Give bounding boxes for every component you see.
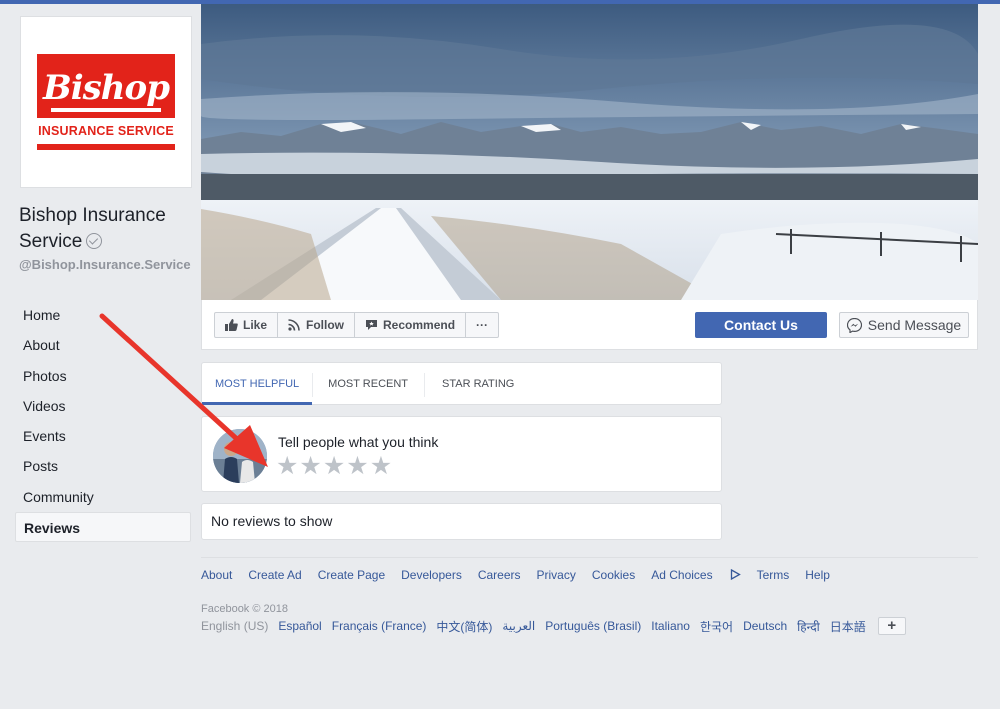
page-handle[interactable]: @Bishop.Insurance.Service: [19, 257, 191, 272]
footer-link-terms[interactable]: Terms: [757, 568, 790, 582]
follow-label: Follow: [306, 318, 345, 332]
write-review-box: Tell people what you think ★ ★ ★ ★ ★: [201, 416, 722, 492]
logo-underline: [51, 108, 161, 112]
no-reviews-message: No reviews to show: [201, 503, 722, 540]
avatar-photo: [213, 429, 267, 483]
send-message-button[interactable]: Send Message: [839, 312, 969, 338]
tab-star-rating[interactable]: STAR RATING: [424, 363, 532, 405]
cover-landscape-image: [201, 4, 978, 300]
footer-link-privacy[interactable]: Privacy: [537, 568, 576, 582]
logo-word: Bishop: [43, 68, 170, 108]
send-message-label: Send Message: [867, 317, 962, 333]
page-action-bar: Like Follow Recommend ··· Contact Us Sen…: [201, 300, 978, 350]
review-sort-tabs: MOST HELPFUL MOST RECENT STAR RATING: [201, 362, 722, 405]
user-avatar: [213, 429, 267, 483]
messenger-icon: [846, 317, 862, 333]
star-1-icon[interactable]: ★: [276, 452, 298, 480]
language-link[interactable]: 中文(简体): [436, 618, 492, 635]
like-label: Like: [243, 318, 268, 332]
copyright-text: Facebook © 2018: [201, 603, 288, 615]
company-logo: Bishop INSURANCE SERVICE: [37, 54, 175, 150]
verified-check-icon: [86, 233, 103, 249]
current-language: English (US): [201, 619, 269, 633]
nav-item-videos[interactable]: Videos: [15, 391, 191, 421]
footer-link-cookies[interactable]: Cookies: [592, 568, 635, 582]
profile-picture[interactable]: Bishop INSURANCE SERVICE: [20, 16, 192, 188]
star-rating-input[interactable]: ★ ★ ★ ★ ★: [276, 452, 392, 480]
recommend-label: Recommend: [383, 318, 456, 332]
language-link[interactable]: العربية: [502, 619, 535, 633]
left-nav: Home About Photos Videos Events Posts Co…: [15, 300, 191, 543]
cover-photo[interactable]: [201, 4, 978, 300]
nav-item-reviews[interactable]: Reviews: [15, 512, 191, 543]
recommend-button[interactable]: Recommend: [355, 313, 467, 337]
nav-item-posts[interactable]: Posts: [15, 451, 191, 481]
footer-link-help[interactable]: Help: [805, 568, 830, 582]
nav-item-community[interactable]: Community: [15, 482, 191, 512]
nav-item-photos[interactable]: Photos: [15, 361, 191, 391]
language-link[interactable]: Español: [278, 619, 321, 633]
review-prompt: Tell people what you think: [278, 434, 439, 450]
footer-divider: [201, 557, 978, 558]
footer-link-create-page[interactable]: Create Page: [318, 568, 385, 582]
page-action-buttons: Like Follow Recommend ···: [214, 312, 500, 338]
contact-us-button[interactable]: Contact Us: [695, 312, 827, 338]
footer-link-about[interactable]: About: [201, 568, 232, 582]
footer-link-developers[interactable]: Developers: [401, 568, 462, 582]
like-button[interactable]: Like: [215, 313, 279, 337]
footer-link-ad-choices[interactable]: Ad Choices: [651, 568, 741, 582]
star-2-icon[interactable]: ★: [299, 452, 321, 480]
star-5-icon[interactable]: ★: [370, 452, 392, 480]
language-link[interactable]: Português (Brasil): [545, 619, 641, 633]
more-languages-button[interactable]: +: [877, 617, 906, 635]
recommend-icon: [366, 320, 378, 330]
thumbs-up-icon: [225, 319, 238, 331]
follow-rss-icon: [288, 319, 300, 331]
nav-item-home[interactable]: Home: [15, 300, 191, 330]
footer-link-careers[interactable]: Careers: [478, 568, 521, 582]
star-3-icon[interactable]: ★: [323, 452, 345, 480]
language-link[interactable]: 한국어: [700, 618, 733, 635]
language-link[interactable]: Deutsch: [743, 619, 787, 633]
language-link[interactable]: 日本語: [830, 618, 866, 635]
ad-choices-label: Ad Choices: [651, 568, 713, 582]
footer-link-create-ad[interactable]: Create Ad: [248, 568, 301, 582]
language-selector: English (US) Español Français (France) 中…: [201, 617, 906, 635]
nav-item-about[interactable]: About: [15, 330, 191, 360]
language-link[interactable]: हिन्दी: [797, 618, 820, 635]
follow-button[interactable]: Follow: [278, 313, 356, 337]
logo-subtitle: INSURANCE SERVICE: [37, 118, 175, 144]
more-dots-icon: ···: [476, 318, 489, 332]
star-4-icon[interactable]: ★: [346, 452, 368, 480]
nav-item-events[interactable]: Events: [15, 421, 191, 451]
page-title[interactable]: Bishop Insurance Service: [19, 203, 191, 255]
footer-links: About Create Ad Create Page Developers C…: [201, 568, 846, 582]
ad-choices-icon: [730, 568, 741, 581]
tab-most-recent[interactable]: MOST RECENT: [312, 363, 424, 405]
more-options-button[interactable]: ···: [466, 313, 498, 337]
language-link[interactable]: Italiano: [651, 619, 690, 633]
language-link[interactable]: Français (France): [332, 619, 427, 633]
tab-most-helpful[interactable]: MOST HELPFUL: [202, 363, 313, 405]
